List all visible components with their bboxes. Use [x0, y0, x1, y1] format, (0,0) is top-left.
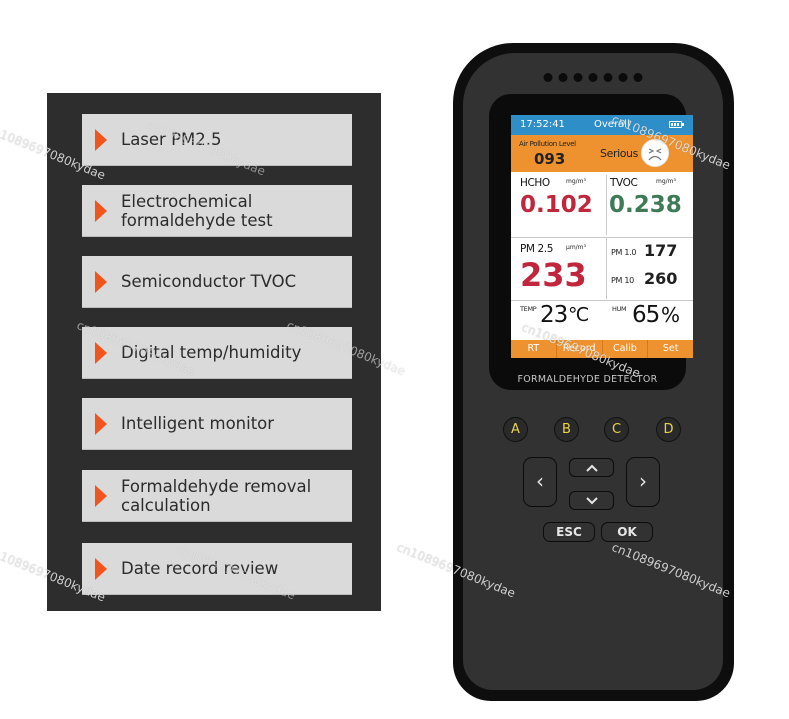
pm10-value: 260 — [644, 269, 678, 288]
key-b-button[interactable]: B — [554, 417, 579, 442]
key-d-button[interactable]: D — [656, 417, 681, 442]
temp-value: 23 — [540, 302, 568, 328]
divider — [511, 300, 693, 301]
triangle-right-icon — [95, 484, 107, 507]
hcho-unit: mg/m³ — [566, 178, 586, 185]
divider — [606, 237, 607, 299]
triangle-right-icon — [95, 557, 107, 580]
triangle-right-icon — [95, 412, 107, 435]
feature-label: Semiconductor TVOC — [121, 272, 297, 291]
down-arrow-button[interactable] — [569, 491, 614, 510]
up-arrow-button[interactable] — [569, 458, 614, 477]
chevron-down-icon — [585, 497, 598, 505]
pm25-unit: μm/m³ — [566, 244, 586, 251]
clock-time: 17:52:41 — [520, 119, 565, 130]
feature-item: Electrochemical formaldehyde test — [82, 185, 352, 236]
air-status: Serious — [600, 147, 638, 160]
chevron-up-icon — [585, 464, 598, 472]
right-arrow-button[interactable]: › — [626, 457, 660, 507]
esc-button[interactable]: ESC — [543, 522, 595, 542]
softkey-set[interactable]: Set — [648, 340, 693, 358]
feature-label: Intelligent monitor — [121, 414, 275, 433]
tvoc-label: TVOC — [610, 177, 638, 189]
key-a-button[interactable]: A — [503, 417, 528, 442]
formaldehyde-detector-device: 17:52:41 Overall Air Pollution Level 093… — [453, 43, 734, 701]
air-pollution-label: Air Pollution Level — [519, 140, 576, 148]
hum-unit: % — [661, 303, 681, 327]
hum-value: 65 — [632, 302, 660, 328]
pm1-value: 177 — [644, 241, 678, 260]
chevron-right-icon: › — [639, 469, 647, 493]
triangle-right-icon — [95, 128, 107, 151]
temp-unit: ℃ — [568, 304, 590, 326]
pm10-label: PM 10 — [611, 276, 634, 285]
feature-label: Formaldehyde removal calculation — [121, 476, 312, 515]
feature-item: Semiconductor TVOC — [82, 256, 352, 307]
pm25-label: PM 2.5 — [520, 243, 554, 255]
device-screen: 17:52:41 Overall Air Pollution Level 093… — [511, 115, 693, 358]
feature-item: Intelligent monitor — [82, 398, 352, 449]
pm1-label: PM 1.0 — [611, 248, 637, 257]
chevron-left-icon: ‹ — [536, 469, 544, 493]
triangle-right-icon — [95, 199, 107, 222]
feature-label: Electrochemical formaldehyde test — [121, 191, 273, 230]
temp-label: TEMP — [520, 305, 537, 313]
hcho-value: 0.102 — [520, 192, 593, 218]
battery-full-icon — [669, 121, 684, 128]
device-brand-label: FORMALDEHYDE DETECTOR — [517, 374, 658, 385]
divider — [606, 175, 607, 235]
triangle-right-icon — [95, 270, 107, 293]
hum-label: HUM — [612, 305, 627, 313]
feature-item: Formaldehyde removal calculation — [82, 470, 352, 521]
left-arrow-button[interactable]: ‹ — [523, 457, 557, 507]
tvoc-unit: mg/m³ — [656, 178, 676, 185]
pm25-value: 233 — [520, 256, 587, 294]
key-c-button[interactable]: C — [604, 417, 629, 442]
divider — [511, 237, 693, 238]
air-pollution-value: 093 — [534, 150, 566, 168]
tvoc-value: 0.238 — [609, 192, 682, 218]
hcho-label: HCHO — [520, 177, 550, 189]
ok-button[interactable]: OK — [601, 522, 653, 542]
triangle-right-icon — [95, 341, 107, 364]
speaker-grille — [543, 73, 643, 82]
